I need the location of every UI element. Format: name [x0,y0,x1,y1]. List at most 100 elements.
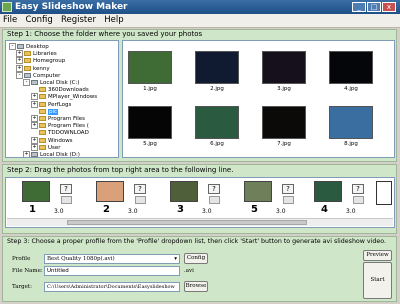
target-path-input[interactable]: C:\Users\Administrator\Documents\Easysli… [44,282,180,292]
preview-button[interactable]: Preview [363,250,392,261]
menu-config[interactable]: Config [22,14,55,27]
slot-thumbnail [22,181,50,202]
title-bar: Easy Slideshow Maker _ □ x [0,0,400,14]
photo-thumbnail[interactable] [329,106,373,139]
transition-slot[interactable]: ? [58,181,76,215]
photo-grid: 1.jpg 2.jpg 3.jpg 4.jpg 5.jpg 6.jpg 7.jpg 8.jpg [122,40,395,158]
transition-slot[interactable]: ? [350,181,368,215]
expand-icon[interactable]: + [16,50,23,58]
menu-help[interactable]: Help [101,14,126,27]
scrollbar-thumb[interactable] [67,220,307,225]
tree-item-label: MPlayer_Windows [48,94,98,101]
empty-slot[interactable] [376,181,392,205]
question-icon: ? [352,184,364,194]
photo-filename: 1.jpg [143,86,157,92]
timeline-scrollbar[interactable] [7,218,393,226]
photo-filename: 2.jpg [210,86,224,92]
tree-item-label: Computer [33,72,61,79]
photo-filename: 6.jpg [210,141,224,147]
desktop-icon [17,44,24,49]
expand-icon[interactable]: + [31,100,38,108]
collapse-icon[interactable]: - [23,79,30,86]
slot-number: 4 [321,204,328,215]
window-title: Easy Slideshow Maker [15,2,128,12]
expand-icon[interactable]: + [31,115,38,122]
menu-register[interactable]: Register [58,14,99,27]
tree-item[interactable]: + Local Disk (D:) [23,151,80,158]
photo-thumbnail[interactable] [262,51,306,84]
timeline-slot[interactable]: 4 3.0 [312,180,356,215]
expand-icon[interactable]: + [31,143,38,151]
folder-tree[interactable]: - Desktop + Libraries + Homegroup + kenny - Compu… [5,40,119,158]
photo-thumbnail[interactable] [195,51,239,84]
collapse-icon[interactable]: - [9,43,16,50]
filename-ext: .avi [184,268,194,274]
tree-item-label: Program Files ( [48,123,89,130]
expand-icon[interactable]: + [23,151,30,157]
tree-item-label: 360Downloads [48,87,89,94]
timeline-slot[interactable]: 3 3.0 [168,180,212,215]
folder-icon [39,123,46,129]
photo-thumbnail[interactable] [262,106,306,139]
expand-icon[interactable]: + [16,57,23,65]
collapse-icon[interactable]: - [16,71,23,79]
target-label: Target: [12,284,32,290]
expand-icon[interactable]: + [31,122,38,130]
photo-thumbnail[interactable] [128,51,172,84]
slot-number: 1 [29,204,36,215]
tree-item-label: User [48,144,61,151]
filename-input[interactable]: Untitled [44,266,180,276]
slot-thumbnail [244,181,272,202]
timeline-slot[interactable]: 1 3.0 [20,180,64,215]
expand-icon[interactable]: + [31,93,38,101]
transition-slot[interactable]: ? [132,181,150,215]
photo-filename: 8.jpg [344,141,358,147]
folder-icon [39,130,46,136]
browse-button[interactable]: Browse [184,281,208,292]
expand-icon[interactable]: + [16,64,23,72]
maximize-button[interactable]: □ [367,2,381,12]
profile-dropdown[interactable]: Best Quality 1080p(.avi) ▾ [44,254,180,264]
tree-item-label: Windows [48,137,73,144]
tree-item-label: Program Files [48,116,86,122]
photo-filename: 5.jpg [143,141,157,147]
timeline-slot[interactable]: 2 3.0 [94,180,138,215]
close-button[interactable]: x [382,2,396,12]
transition-slot[interactable]: ? [206,181,224,215]
tree-item-label: pic [48,108,59,115]
step1-label: Step 1: Choose the folder where you save… [7,30,203,38]
slot-number: 5 [251,204,258,215]
filename-label: File Name: [12,268,43,274]
folder-icon [39,101,46,107]
tree-item-label: Homegroup [33,58,66,65]
transition-icon [61,196,72,204]
folder-icon [39,87,46,93]
photo-thumbnail[interactable] [128,106,172,139]
config-button[interactable]: Config [184,253,208,264]
transition-slot[interactable]: ? [280,181,298,215]
photo-thumbnail[interactable] [329,51,373,84]
chevron-down-icon: ▾ [174,256,177,262]
slot-thumbnail [96,181,124,202]
photo-filename: 7.jpg [277,141,291,147]
tree-item-label: Local Disk (D:) [40,152,80,158]
expand-icon[interactable]: + [31,136,38,144]
timeline-slot[interactable]: 5 3.0 [242,180,286,215]
slot-number: 2 [103,204,110,215]
folder-icon [39,137,46,143]
photo-thumbnail[interactable] [195,106,239,139]
transition-icon [353,196,364,204]
question-icon: ? [60,184,72,194]
transition-icon [135,196,146,204]
folder-icon [39,116,46,121]
question-icon: ? [282,184,294,194]
menu-file[interactable]: File [0,14,20,27]
tree-item-label: PerfLogs [48,101,72,108]
slot-thumbnail [170,181,198,202]
folder-icon [24,58,31,64]
app-icon [2,2,12,12]
timeline-strip[interactable]: 1 3.0 2 3.0 3 3.0 5 3.0 4 3.0????? [5,177,395,228]
start-button[interactable]: Start [363,262,392,299]
minimize-button[interactable]: _ [352,2,366,12]
slot-thumbnail [314,181,342,202]
